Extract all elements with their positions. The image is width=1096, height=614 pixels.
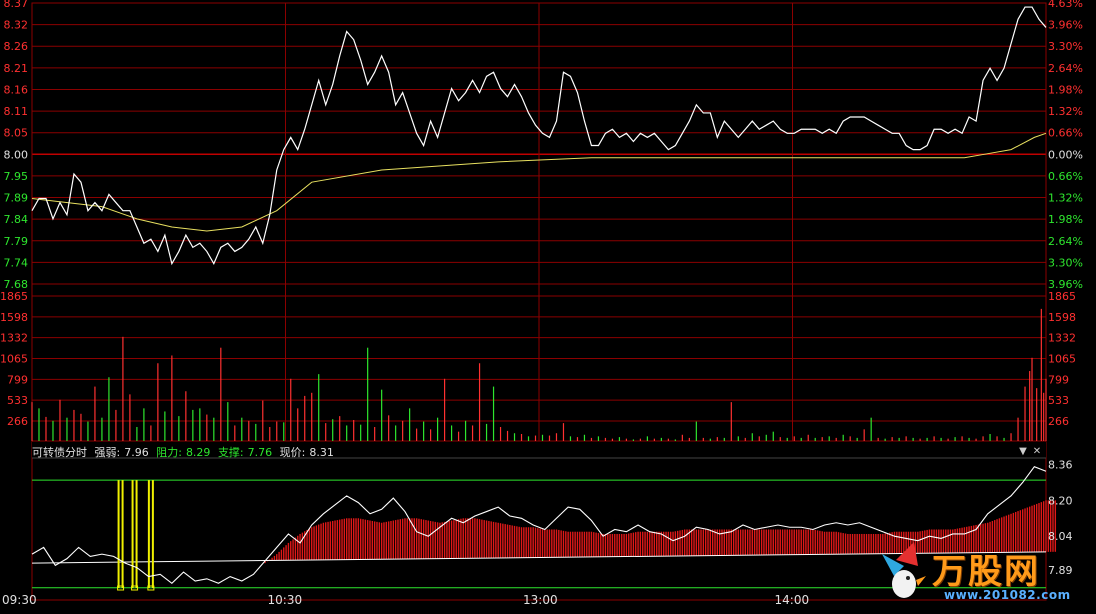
support-label: 支撑: <box>217 446 244 459</box>
price-tick-label: 8.21 <box>4 62 29 75</box>
price-tick-label: 8.11 <box>4 105 29 118</box>
indicator-title-bar: 可转债分时 强弱: 7.96 阻力: 8.29 支撑: 7.76 现价: 8.31 <box>32 444 338 459</box>
volume-tick-label-right: 1598 <box>1048 311 1076 324</box>
strength-label: 强弱: <box>94 446 121 459</box>
volume-tick-label: 533 <box>7 394 28 407</box>
volume-tick-label-right: 1865 <box>1048 290 1076 303</box>
resistance-label: 阻力: <box>156 446 182 459</box>
price-tick-label: 8.32 <box>4 19 29 32</box>
time-tick-label: 13:00 <box>523 593 558 607</box>
logo-brand: 万股网 <box>932 552 1040 592</box>
price-tick-label: 7.89 <box>4 192 29 205</box>
price-tick-label: 8.16 <box>4 83 29 96</box>
pct-tick-label: 3.96% <box>1048 19 1083 32</box>
volume-tick-label-right: 1332 <box>1048 332 1076 345</box>
logo-url: www.201082.com <box>944 588 1071 602</box>
price-tick-label: 8.00 <box>4 148 29 161</box>
pct-tick-label: 0.66% <box>1048 170 1083 183</box>
bird-logo-icon <box>882 542 926 598</box>
support-value: 7.76 <box>247 446 273 459</box>
pct-tick-label: 3.30% <box>1048 256 1083 269</box>
price-tick-label: 7.74 <box>4 256 29 269</box>
price-value: 8.31 <box>309 446 334 459</box>
volume-tick-label: 1598 <box>0 311 28 324</box>
price-tick-label: 8.37 <box>4 0 29 10</box>
pct-tick-label: 4.63% <box>1048 0 1083 10</box>
volume-tick-label: 1065 <box>0 353 28 366</box>
price-tick-label: 8.26 <box>4 40 29 53</box>
watermark-logo: 万股网 www.201082.com <box>878 540 1070 610</box>
pct-tick-label: 1.98% <box>1048 213 1083 226</box>
pct-tick-label: 2.64% <box>1048 235 1083 248</box>
time-tick-label: 14:00 <box>775 593 810 607</box>
dropdown-icon[interactable]: ▼ <box>1016 446 1030 457</box>
price-label: 现价: <box>279 446 306 459</box>
resistance-value: 8.29 <box>185 446 211 459</box>
price-tick-label: 7.95 <box>4 170 29 183</box>
volume-tick-label: 799 <box>7 373 28 386</box>
pct-tick-label: 1.32% <box>1048 105 1083 118</box>
indicator-name: 可转债分时 <box>32 446 87 459</box>
pct-tick-label: 0.66% <box>1048 127 1083 140</box>
price-tick-label: 7.84 <box>4 213 29 226</box>
time-tick-label: 10:30 <box>268 593 303 607</box>
indicator-tick-label: 8.36 <box>1048 458 1073 471</box>
volume-tick-label-right: 799 <box>1048 373 1069 386</box>
time-tick-label: 09:30 <box>2 593 37 607</box>
volume-tick-label-right: 533 <box>1048 394 1069 407</box>
intraday-chart[interactable]: 8.37 4.63% 8.32 3.96% 8.26 3.30% 8.21 2.64% 8.16… <box>0 0 1096 610</box>
strength-value: 7.96 <box>124 446 149 459</box>
volume-tick-label: 1865 <box>0 290 28 303</box>
volume-tick-label: 266 <box>7 415 28 428</box>
price-tick-label: 8.05 <box>4 127 29 140</box>
pct-tick-label: 3.30% <box>1048 40 1083 53</box>
pct-tick-label: 1.98% <box>1048 83 1083 96</box>
volume-tick-label: 1332 <box>0 332 28 345</box>
indicator-tick-label: 8.20 <box>1048 494 1073 507</box>
volume-tick-label-right: 266 <box>1048 415 1069 428</box>
pct-tick-label: 2.64% <box>1048 62 1083 75</box>
pct-tick-label: 0.00% <box>1048 148 1083 161</box>
close-icon[interactable]: ✕ <box>1030 446 1044 457</box>
volume-tick-label-right: 1065 <box>1048 353 1076 366</box>
indicator-controls: ▼ ✕ <box>1016 446 1044 457</box>
pct-tick-label: 1.32% <box>1048 192 1083 205</box>
price-tick-label: 7.79 <box>4 235 29 248</box>
